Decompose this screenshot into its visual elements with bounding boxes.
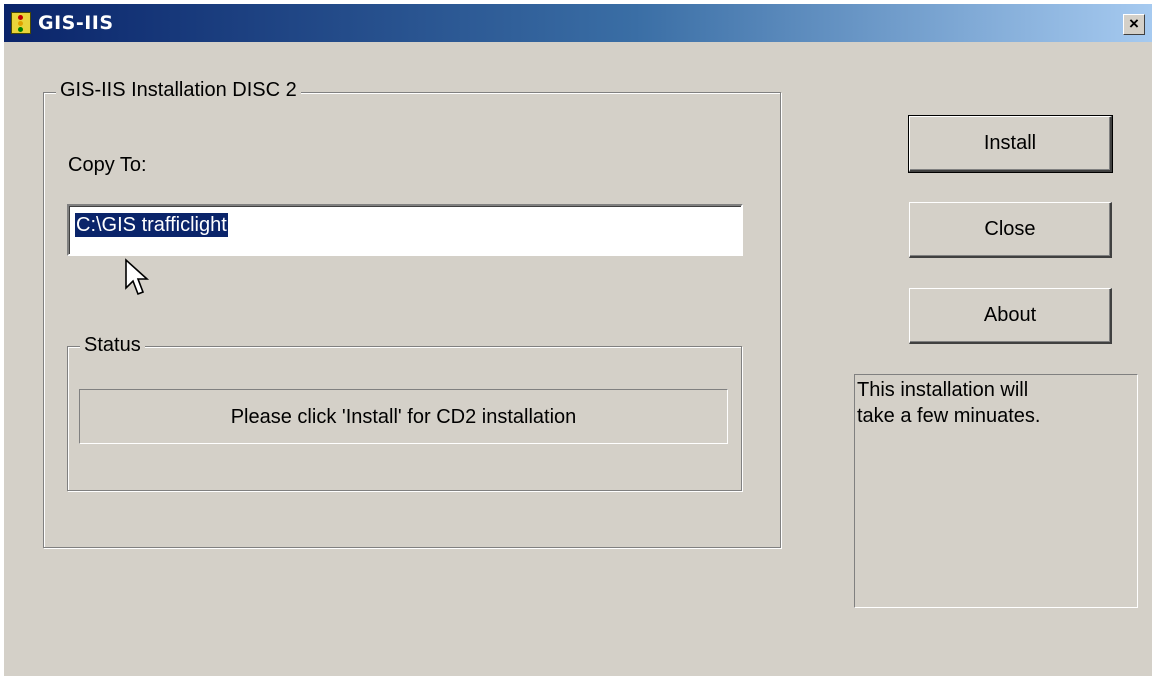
install-button[interactable]: Install xyxy=(908,115,1113,173)
copy-to-label: Copy To: xyxy=(68,154,147,176)
status-group-title: Status xyxy=(80,334,145,357)
traffic-light-icon xyxy=(11,12,31,34)
title-bar[interactable]: GIS-IIS × xyxy=(4,4,1152,42)
close-window-button[interactable]: × xyxy=(1123,14,1145,35)
window-title: GIS-IIS xyxy=(38,12,114,34)
about-button[interactable]: About xyxy=(909,288,1112,344)
copy-to-input[interactable]: C:\GIS trafficlight xyxy=(67,204,743,256)
info-text-line-1: This installation will xyxy=(857,379,1029,401)
info-text-line-2: take a few minuates. xyxy=(857,405,1041,427)
close-icon: × xyxy=(1129,14,1139,33)
status-message-panel: Please click 'Install' for CD2 installat… xyxy=(79,389,728,444)
info-text-box: This installation will take a few minuat… xyxy=(854,374,1138,608)
close-button[interactable]: Close xyxy=(909,202,1112,258)
mouse-pointer-icon xyxy=(125,258,150,296)
status-message: Please click 'Install' for CD2 installat… xyxy=(230,406,577,428)
copy-to-value: C:\GIS trafficlight xyxy=(75,213,228,237)
installer-window: GIS-IIS × GIS-IIS Installation DISC 2 Co… xyxy=(4,4,1152,676)
installation-group-title: GIS-IIS Installation DISC 2 xyxy=(56,79,301,102)
